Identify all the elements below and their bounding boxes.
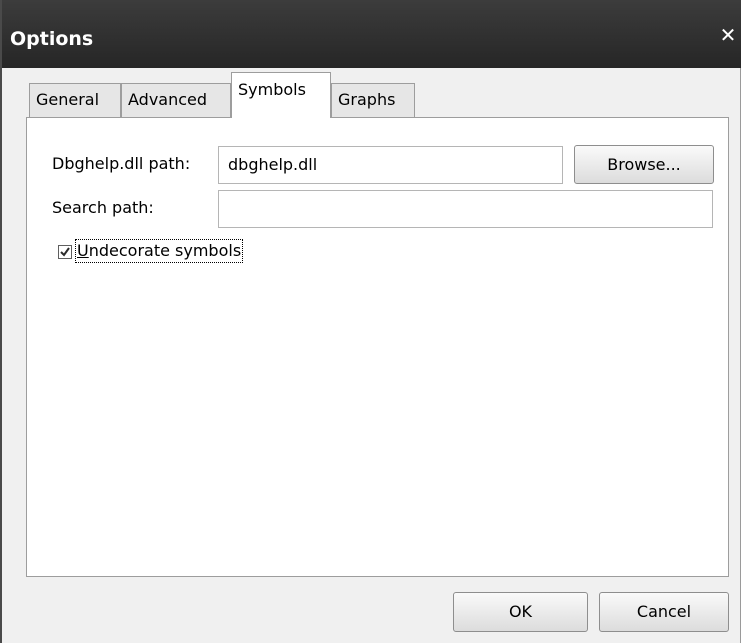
browse-button[interactable]: Browse... [574,145,714,184]
symbols-panel [26,117,729,577]
dbghelp-path-label: Dbghelp.dll path: [52,154,191,173]
checkmark-icon [60,247,70,257]
tab-advanced[interactable]: Advanced [121,83,231,118]
window-title: Options [10,28,94,50]
search-path-label: Search path: [52,198,154,217]
tab-graphs-label: Graphs [338,90,396,109]
undecorate-symbols-label[interactable]: Undecorate symbols [74,239,244,263]
ok-button[interactable]: OK [453,592,588,632]
tab-symbols[interactable]: Symbols [231,72,331,118]
tab-general[interactable]: General [29,83,121,118]
undecorate-symbols-checkbox[interactable] [58,245,72,259]
options-dialog: Options ✕ General Advanced Symbols Graph… [0,0,741,643]
tab-advanced-label: Advanced [128,90,208,109]
undecorate-accel-key: U [77,241,89,260]
title-bar: Options ✕ [2,0,741,68]
search-path-input[interactable] [218,190,713,228]
tab-symbols-label: Symbols [238,80,306,99]
dbghelp-path-input[interactable]: dbghelp.dll [218,146,563,184]
tab-general-label: General [36,90,100,109]
close-icon[interactable]: ✕ [717,24,739,46]
tab-graphs[interactable]: Graphs [331,83,415,118]
cancel-button[interactable]: Cancel [599,592,729,632]
undecorate-label-text: ndecorate symbols [88,241,242,260]
